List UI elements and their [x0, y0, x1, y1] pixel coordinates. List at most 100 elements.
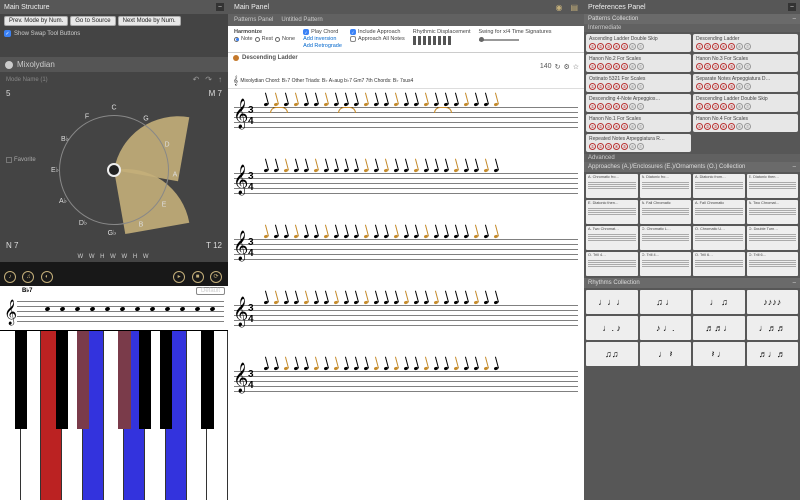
intermediate-patterns: Ascending Ladder Double Skip①②③④⑤⑥⑦Desce… — [584, 32, 800, 154]
radio-note[interactable] — [234, 37, 239, 42]
approach-thumb[interactable]: O. Double Turn… — [747, 226, 799, 250]
approach-thumb[interactable]: E. Diatonic then… — [586, 200, 638, 224]
app-root: Main Structure – Prev. Mode by Num. Go t… — [0, 0, 800, 500]
rhythm-thumb[interactable]: ♩ ♫ — [693, 290, 745, 314]
rhythm-thumb[interactable]: ♩. ♪ — [586, 316, 638, 340]
approach-thumb[interactable]: A. Diatonic from… — [693, 174, 745, 198]
link-add-retrograde[interactable]: Add Retrograde — [303, 43, 342, 49]
tab-patterns-panel[interactable]: Patterns Panel — [234, 17, 273, 23]
mini-chord-label: B♭7 — [22, 287, 33, 294]
mode-nav-buttons: Prev. Mode by Num. Go to Source Next Mod… — [0, 14, 228, 28]
approach-thumb[interactable]: O. Trill 4… — [586, 252, 638, 276]
rhythm-thumb[interactable]: ♪ ♩. — [640, 316, 692, 340]
pattern-card[interactable]: Hanon No.3 For Scales①②③④⑤⑥⑦ — [693, 54, 798, 72]
chk-include-approach[interactable]: ✓ — [350, 29, 356, 35]
pattern-card[interactable]: Ostinato 5321 For Scales①②③④⑤⑥⑦ — [586, 74, 691, 92]
tool-circle-5[interactable]: ■ — [192, 271, 204, 283]
go-source-button[interactable]: Go to Source — [70, 16, 115, 26]
pattern-card[interactable]: Separate Notes Arpeggiatura D…①②③④⑤⑥⑦ — [693, 74, 798, 92]
approach-thumb[interactable]: A. Chromatic fro… — [586, 174, 638, 198]
link-add-inversion[interactable]: Add inversion — [303, 36, 336, 42]
rhythm-thumb[interactable]: ♪♪♪♪ — [747, 290, 799, 314]
collapse-icon[interactable]: – — [216, 3, 224, 11]
pattern-card[interactable]: Descending Ladder①②③④⑤⑥⑦ — [693, 34, 798, 52]
collapse-right-icon[interactable]: – — [788, 3, 796, 11]
chk-play-chord[interactable]: ✓ — [303, 29, 309, 35]
level-intermediate[interactable]: Intermediate — [584, 24, 800, 32]
tool-circle-2[interactable]: ♫ — [22, 271, 34, 283]
tool-circle-6[interactable]: ⟳ — [210, 271, 222, 283]
rhythmic-slider[interactable] — [413, 36, 471, 45]
pattern-card[interactable]: Hanon No.4 For Scales①②③④⑤⑥⑦ — [693, 114, 798, 132]
patterns-collection-header: Patterns Collection– — [584, 14, 800, 24]
preferences-header: Preferences Panel – — [584, 0, 800, 14]
tab-icon-circle[interactable]: ◉ — [555, 3, 562, 12]
radio-rest[interactable] — [255, 37, 260, 42]
pattern-card[interactable]: Descending 4-Note Arpeggios…①②③④⑤⑥⑦ — [586, 94, 691, 112]
rhythm-thumb[interactable]: 𝄽 ♩ — [693, 342, 745, 366]
favorite-toggle[interactable]: Favorite — [6, 157, 36, 163]
approach-thumb[interactable]: O. Trill 6… — [747, 252, 799, 276]
tempo-value[interactable]: 140 — [540, 63, 552, 71]
approach-thumb[interactable]: A. Fall Chromatic — [640, 200, 692, 224]
pattern-header: Descending Ladder — [228, 53, 584, 63]
rhythm-thumb[interactable]: ♩♩♩ — [586, 290, 638, 314]
approach-thumb[interactable]: A. Two Chromat… — [586, 226, 638, 250]
tool-circle-3[interactable]: ◐ — [41, 271, 53, 283]
chord-info-row: 𝄞 Mixolydian Chord: B♭7 Other Triads: B♭… — [228, 73, 584, 89]
pattern-card[interactable]: Hanon No.2 For Scales①②③④⑤⑥⑦ — [586, 54, 691, 72]
level-advanced[interactable]: Advanced — [584, 154, 800, 162]
approach-thumb[interactable]: A. Fall Chromatic — [693, 200, 745, 224]
circle-of-fifths[interactable]: 5 M 7 N 7 T 12 Favorite C G D A E B G♭ D… — [0, 87, 228, 252]
rhythm-thumb[interactable]: ♩ 𝄽 — [640, 342, 692, 366]
tool-row: ♪ ♫ ◐ ▸ ■ ⟳ — [0, 262, 228, 286]
rhythm-thumb[interactable]: ♫ ♩ — [640, 290, 692, 314]
main-tabbar: Main Panel ◉ ▤ — [228, 0, 584, 14]
options-area: Harmonize Note Rest None ✓Play Chord Add… — [228, 26, 584, 53]
redo-icon[interactable]: ↷ — [205, 75, 212, 84]
tab-main-panel[interactable]: Main Panel — [234, 4, 269, 11]
approaches-header: Approaches (A.)/Enclosures (E.)/Ornament… — [584, 162, 800, 172]
staves-area[interactable]: 𝄞 34 𝄞 34 — [228, 89, 584, 500]
preferences-title: Preferences Panel — [588, 4, 646, 11]
preset-select[interactable]: Default — [196, 287, 225, 295]
radio-none[interactable] — [275, 37, 280, 42]
staff-1: 𝄞 34 — [234, 93, 578, 141]
show-swap-label: Show Swap Tool Buttons — [14, 31, 80, 37]
show-swap-checkbox[interactable]: ✓ — [4, 30, 11, 37]
chk-approach-all[interactable] — [350, 36, 356, 42]
approach-thumb[interactable]: O. Chromatic L… — [640, 226, 692, 250]
piano-keyboard[interactable] — [0, 330, 228, 500]
left-column: Main Structure – Prev. Mode by Num. Go t… — [0, 0, 228, 500]
star-icon[interactable]: ☆ — [573, 63, 579, 71]
pattern-card[interactable]: Descending Ladder Double Skip①②③④⑤⑥⑦ — [693, 94, 798, 112]
tool-circle-4[interactable]: ▸ — [173, 271, 185, 283]
staff-2: 𝄞 34 — [234, 159, 578, 207]
scale-name-label: Mode Name (1) — [6, 77, 48, 83]
pattern-card[interactable]: Repeated Notes Arpeggiatura R…①②③④⑤⑥⑦ — [586, 134, 691, 152]
pattern-card[interactable]: Hanon No.1 For Scales①②③④⑤⑥⑦ — [586, 114, 691, 132]
approach-thumb[interactable]: E. Diatonic then… — [747, 174, 799, 198]
pattern-card[interactable]: Ascending Ladder Double Skip①②③④⑤⑥⑦ — [586, 34, 691, 52]
refresh-icon[interactable]: ↻ — [555, 63, 561, 71]
approach-thumb[interactable]: A. Diatonic fro… — [640, 174, 692, 198]
next-mode-button[interactable]: Next Mode by Num. — [118, 16, 181, 26]
settings-icon[interactable]: ⚙ — [563, 63, 569, 71]
swing-slider[interactable] — [479, 39, 519, 41]
tool-circle-1[interactable]: ♪ — [4, 271, 16, 283]
rhythm-thumb[interactable]: ♩♬♬ — [747, 316, 799, 340]
arrow-up-icon[interactable]: ↑ — [218, 75, 222, 84]
rhythm-thumb[interactable]: ♬♬♩ — [693, 316, 745, 340]
rhythm-thumb[interactable]: ♫♫ — [586, 342, 638, 366]
staff-4: 𝄞 34 — [234, 291, 578, 339]
approach-thumb[interactable]: A. Two Chromat… — [747, 200, 799, 224]
approach-thumb[interactable]: O. Trill 6… — [693, 252, 745, 276]
swing-label: Swing for x/4 Time Signatures — [479, 29, 552, 35]
tab-untitled-pattern[interactable]: Untitled Pattern — [281, 17, 322, 23]
tab-icon-book[interactable]: ▤ — [570, 3, 578, 12]
prev-mode-button[interactable]: Prev. Mode by Num. — [4, 16, 68, 26]
rhythm-thumb[interactable]: ♬♩♬ — [747, 342, 799, 366]
approach-thumb[interactable]: O. Chromatic U… — [693, 226, 745, 250]
approach-thumb[interactable]: O. Trill 4… — [640, 252, 692, 276]
undo-icon[interactable]: ↶ — [193, 75, 200, 84]
